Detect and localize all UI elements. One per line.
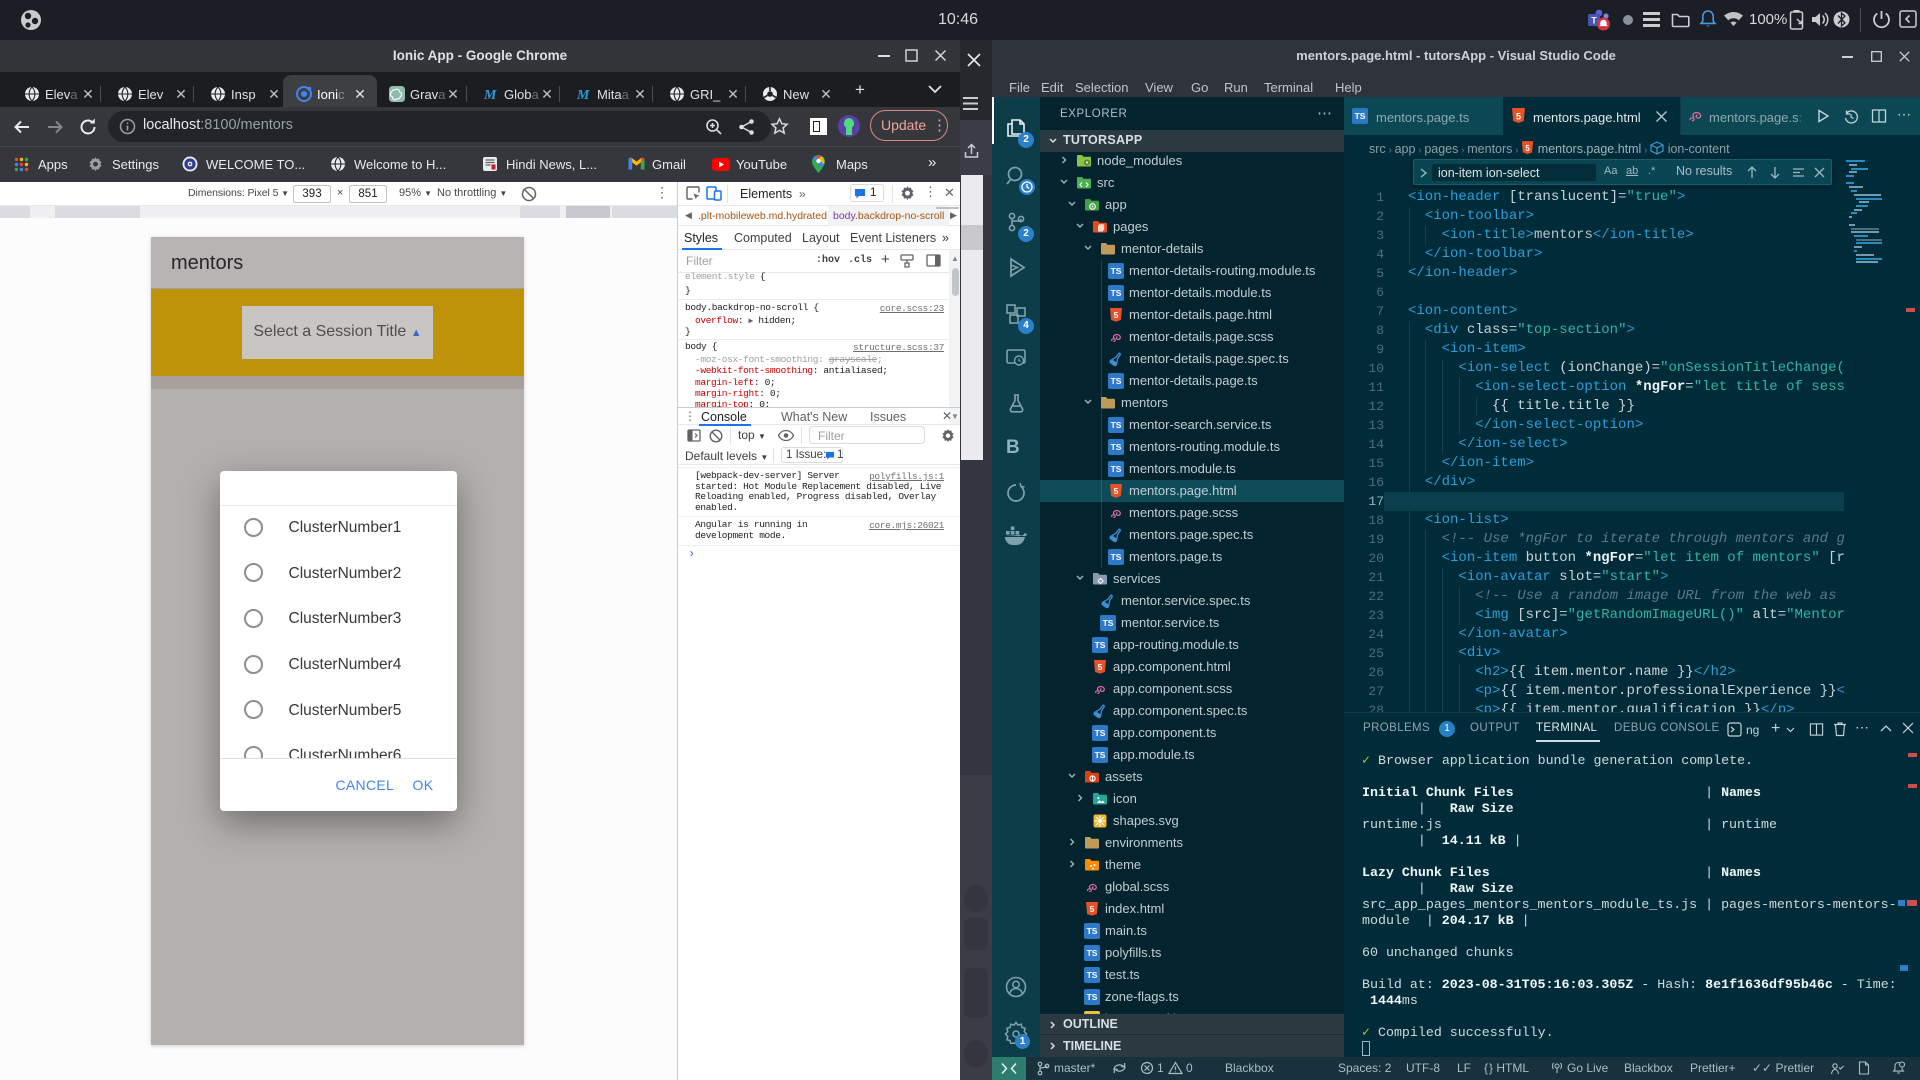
svg-text:5: 5 (1114, 486, 1119, 496)
svg-text:5: 5 (1516, 112, 1521, 122)
svg-text:M: M (483, 88, 497, 102)
svg-text:5: 5 (1114, 310, 1119, 320)
svg-text:T: T (1591, 16, 1597, 26)
svg-text:5: 5 (1098, 662, 1103, 672)
svg-text:5: 5 (1090, 904, 1095, 914)
svg-text:5: 5 (1526, 144, 1531, 153)
svg-text:M: M (576, 88, 590, 102)
